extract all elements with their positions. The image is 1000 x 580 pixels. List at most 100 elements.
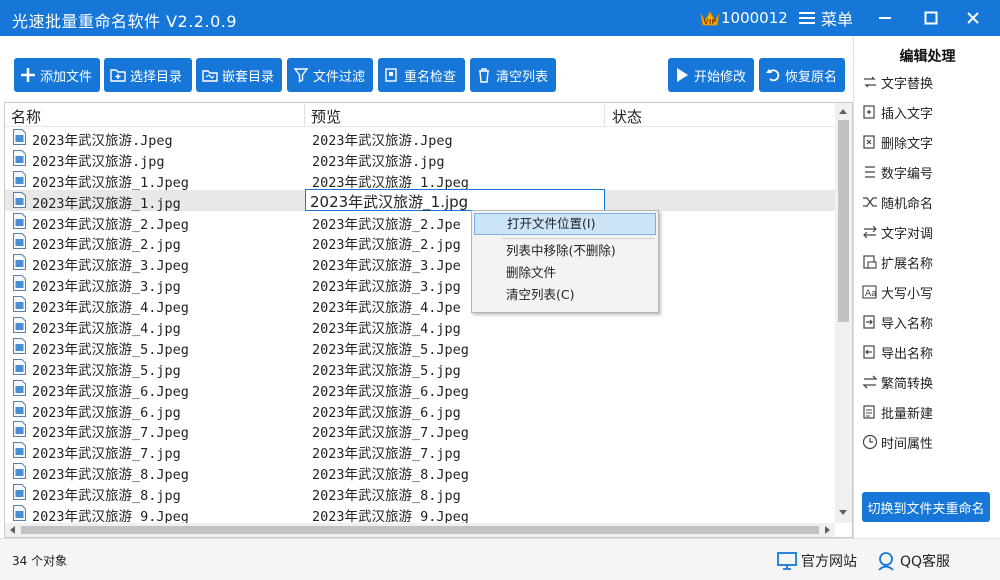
panel-item-label: 批量新建 [881,406,934,422]
table-row[interactable]: 2023年武汉旅游.jpg 2023年武汉旅游.jpg [5,148,835,170]
vip-icon: VIP [700,10,720,26]
panel-item-replace[interactable]: 文字替换 [862,70,933,94]
image-file-icon [13,505,26,522]
image-file-icon [13,463,26,480]
close-button[interactable] [950,0,996,36]
table-row[interactable]: 2023年武汉旅游_8.jpg 2023年武汉旅游_8.jpg [5,482,835,504]
minimize-icon [879,17,891,19]
restore-name-button[interactable]: 恢复原名 [759,58,845,92]
scroll-left-icon[interactable] [10,526,15,534]
panel-item-numbering[interactable]: 数字编号 [862,160,933,184]
column-divider[interactable] [304,103,305,127]
maximize-button[interactable] [908,0,954,36]
panel-item-delete-text[interactable]: 删除文字 [862,130,933,154]
table-row[interactable]: 2023年武汉旅游_5.Jpeg 2023年武汉旅游_5.Jpeg [5,336,835,358]
file-preview: 2023年武汉旅游_5.Jpeg [312,341,469,358]
replace-icon [864,76,876,88]
file-name: 2023年武汉旅游_7.jpg [32,446,181,463]
file-name: 2023年武汉旅游_8.Jpeg [32,467,189,484]
support-icon [878,552,894,571]
object-count: 34 个对象 [12,554,68,568]
select-dir-button[interactable]: 选择目录 [104,58,192,92]
panel-item-swap[interactable]: 文字对调 [862,220,933,244]
image-file-icon [13,317,26,334]
file-preview: 2023年武汉旅游_4.Jpe [312,300,461,317]
panel-item-insert[interactable]: 插入文字 [862,100,933,124]
start-modify-button[interactable]: 开始修改 [668,58,754,92]
menu-delete-file[interactable]: 删除文件 [474,262,656,284]
extension-icon [863,255,877,269]
panel-item-case[interactable]: Aa 大写小写 [862,280,933,304]
vertical-scroll-thumb[interactable] [838,120,849,322]
panel-item-label: 大写小写 [881,286,934,302]
horizontal-scrollbar[interactable] [5,523,835,537]
column-preview[interactable]: 预览 [311,106,341,127]
table-row[interactable]: 2023年武汉旅游_3.Jpeg 2023年武汉旅游_3.Jpe [5,252,835,275]
table-row[interactable]: 2023年武汉旅游_7.Jpeg 2023年武汉旅游_7.Jpeg [5,419,835,442]
undo-icon [766,69,780,82]
svg-text:VIP: VIP [703,18,716,26]
clock-icon [862,434,878,450]
image-file-icon [13,358,26,375]
column-divider[interactable] [604,103,605,127]
column-name[interactable]: 名称 [11,106,41,127]
table-row[interactable]: 2023年武汉旅游_2.Jpeg 2023年武汉旅游_2.Jpe [5,211,835,233]
window-title: 光速批量重命名软件 V2.2.0.9 [12,12,238,31]
list-rows: 2023年武汉旅游.Jpeg 2023年武汉旅游.Jpeg 2023年武汉旅游.jp… [5,127,835,523]
scroll-down-icon[interactable] [839,510,847,515]
switch-to-folder-rename-button[interactable]: 切换到文件夹重命名 [862,492,990,522]
table-row[interactable]: 2023年武汉旅游_6.jpg 2023年武汉旅游_6.jpg [5,399,835,421]
column-status[interactable]: 状态 [612,106,642,127]
file-name: 2023年武汉旅游_2.jpg [32,237,181,254]
menu-clear-list[interactable]: 清空列表(C) [474,284,656,306]
official-website-link[interactable]: 官方网站 [777,551,857,571]
play-icon [677,68,688,82]
qq-support-link[interactable]: QQ客服 [876,551,950,571]
table-row[interactable]: 2023年武汉旅游_5.jpg 2023年武汉旅游_5.jpg [5,357,835,379]
menu-open-location[interactable]: 打开文件位置(I) [474,213,656,235]
panel-item-label: 繁简转换 [881,376,934,392]
file-name: 2023年武汉旅游_5.jpg [32,362,181,379]
scroll-right-icon[interactable] [825,526,830,534]
menu-remove-from-list[interactable]: 列表中移除(不删除) [474,240,656,262]
vertical-scrollbar[interactable] [835,103,852,523]
table-row[interactable]: 2023年武汉旅游_1.Jpeg 2023年武汉旅游_1.Jpeg [5,169,835,191]
scroll-up-icon[interactable] [839,109,847,114]
panel-item-extension[interactable]: 扩展名称 [862,250,933,274]
file-filter-button[interactable]: 文件过滤 [287,58,373,92]
panel-item-batch-new[interactable]: 批量新建 [862,400,933,424]
panel-item-export[interactable]: 导出名称 [862,340,933,364]
image-file-icon [13,170,26,187]
table-row[interactable]: 2023年武汉旅游_7.jpg 2023年武汉旅游_7.jpg [5,440,835,463]
table-row[interactable]: 2023年武汉旅游_3.jpg 2023年武汉旅游_3.jpg [5,273,835,295]
menu-button[interactable]: 菜单 [799,6,853,30]
rename-edit-input[interactable]: 2023年武汉旅游_1.jpg [305,189,605,211]
panel-item-import[interactable]: 导入名称 [862,310,933,334]
horizontal-scroll-thumb[interactable] [21,526,819,534]
table-row[interactable]: 2023年武汉旅游_4.Jpeg 2023年武汉旅游_4.Jpe [5,294,835,317]
image-file-icon [13,275,26,292]
panel-item-label: 导出名称 [881,346,934,362]
table-row[interactable]: 2023年武汉旅游_2.jpg 2023年武汉旅游_2.jpg [5,231,835,254]
add-files-button[interactable]: 添加文件 [14,58,100,92]
rename-check-button[interactable]: 重名检查 [378,58,465,92]
table-row[interactable]: 2023年武汉旅游_6.Jpeg 2023年武汉旅游_6.Jpeg [5,378,835,400]
table-row[interactable]: 2023年武汉旅游_4.jpg 2023年武汉旅游_4.jpg [5,315,835,337]
panel-item-clock[interactable]: 时间属性 [862,430,933,454]
table-row[interactable]: 2023年武汉旅游_8.Jpeg 2023年武汉旅游_8.Jpeg [5,461,835,484]
file-name: 2023年武汉旅游_3.Jpeg [32,258,189,275]
table-row[interactable]: 2023年武汉旅游_9.Jpeg 2023年武汉旅游_9.Jpeg [5,503,835,523]
file-name: 2023年武汉旅游_6.Jpeg [32,383,189,400]
panel-item-convert[interactable]: 繁简转换 [862,370,933,394]
file-preview: 2023年武汉旅游_7.Jpeg [312,425,469,442]
nested-dir-button[interactable]: 嵌套目录 [196,58,282,92]
minimize-button[interactable] [862,0,908,36]
image-file-icon [13,129,26,145]
table-row[interactable]: 2023年武汉旅游.Jpeg 2023年武汉旅游.Jpeg [5,127,835,149]
insert-icon [863,105,875,119]
file-name: 2023年武汉旅游.jpg [32,153,165,170]
clear-list-button[interactable]: 清空列表 [470,58,556,92]
panel-item-shuffle[interactable]: 随机命名 [862,190,933,214]
export-icon [863,345,875,359]
file-list[interactable]: 名称 预览 状态 2023年武汉旅游.Jpeg 2023年武汉旅游.Jpeg 202… [4,102,853,538]
